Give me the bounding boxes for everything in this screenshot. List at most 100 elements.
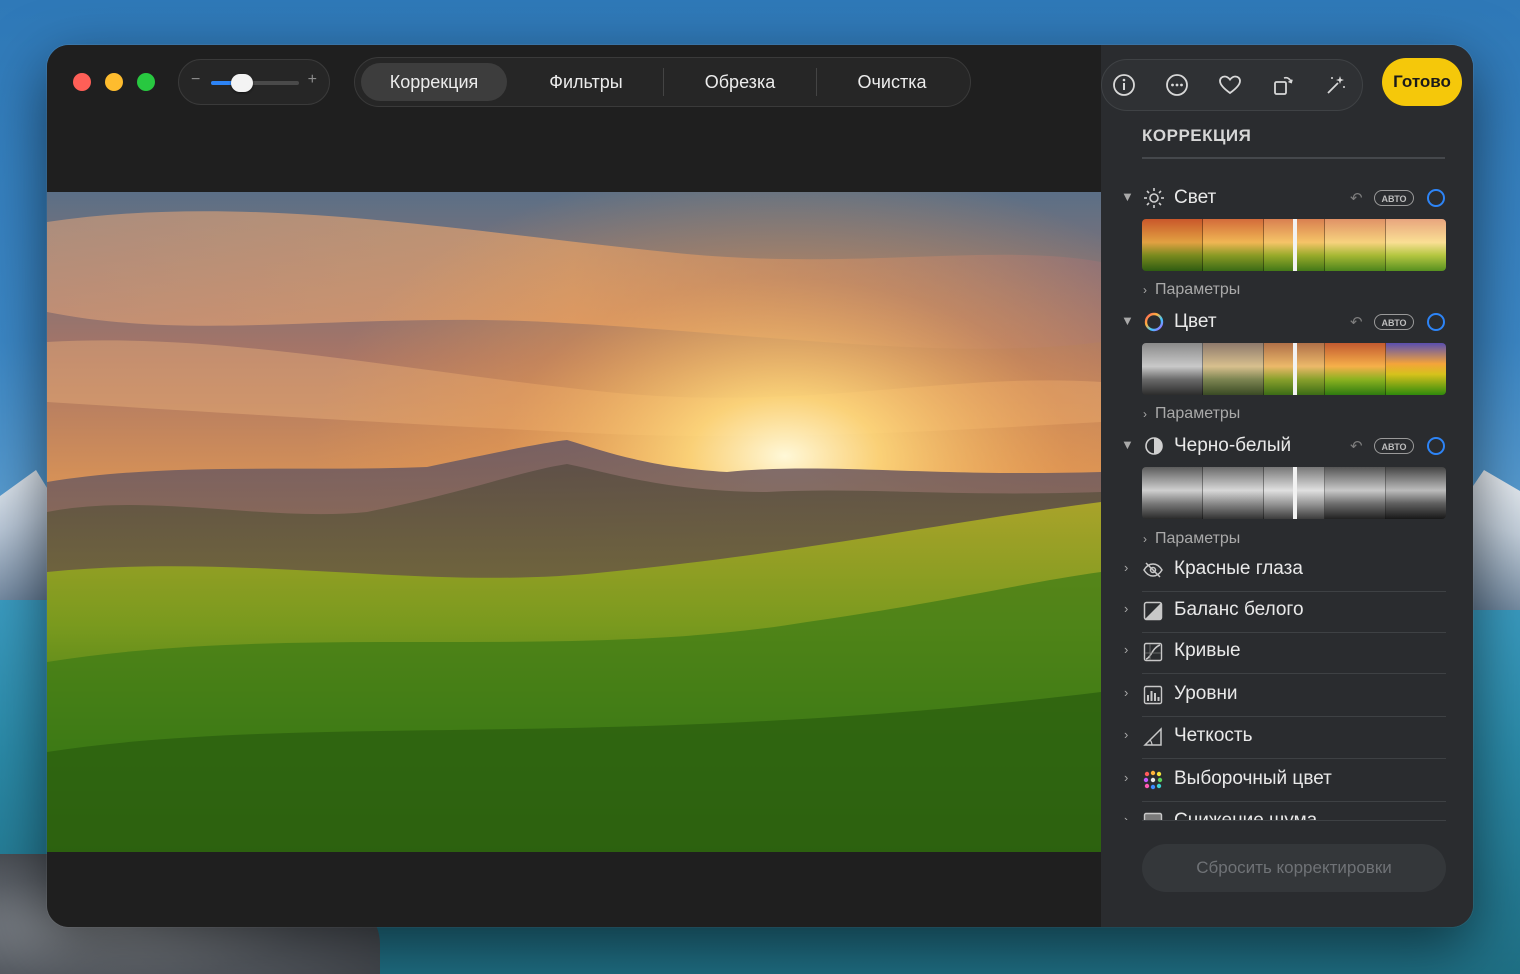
done-button[interactable]: Готово xyxy=(1382,58,1462,106)
sun-icon xyxy=(1143,187,1165,209)
tool-label: Четкость xyxy=(1174,725,1253,746)
enable-toggle[interactable] xyxy=(1427,189,1445,207)
undo-icon[interactable]: ↶ xyxy=(1350,437,1363,455)
row-divider xyxy=(1142,820,1446,821)
strip-frame xyxy=(1325,343,1386,395)
chevron-right-icon: › xyxy=(1124,812,1129,820)
info-icon[interactable] xyxy=(1104,65,1144,105)
adjustment-color-header[interactable]: ▼ Цвет ↶ АВТО xyxy=(1101,308,1473,338)
strip-handle[interactable] xyxy=(1293,219,1297,271)
zoom-slider[interactable]: − + xyxy=(178,59,330,105)
adjustment-label: Свет xyxy=(1174,187,1217,208)
noise-reduction-icon xyxy=(1143,812,1163,820)
adjustment-label: Цвет xyxy=(1174,311,1217,332)
half-circle-icon xyxy=(1143,435,1165,457)
selective-color-icon xyxy=(1143,770,1163,790)
zoom-out-icon[interactable]: − xyxy=(191,71,200,89)
parameters-label: Параметры xyxy=(1155,405,1241,422)
tool-label: Красные глаза xyxy=(1174,558,1303,579)
parameters-disclosure[interactable]: › Параметры xyxy=(1143,281,1240,299)
chevron-right-icon: › xyxy=(1124,642,1129,657)
strip-frame xyxy=(1325,467,1386,519)
more-icon[interactable] xyxy=(1157,65,1197,105)
chevron-right-icon: › xyxy=(1124,685,1129,700)
tool-white-balance[interactable]: › Баланс белого xyxy=(1101,591,1473,633)
landscape-photo xyxy=(47,192,1101,852)
auto-button[interactable]: АВТО xyxy=(1374,190,1414,206)
tool-label: Выборочный цвет xyxy=(1174,768,1332,789)
zoom-knob[interactable] xyxy=(230,74,253,92)
chevron-right-icon: › xyxy=(1124,560,1129,575)
enable-toggle[interactable] xyxy=(1427,437,1445,455)
parameters-disclosure[interactable]: › Параметры xyxy=(1143,405,1240,423)
tool-sharpness[interactable]: › Четкость xyxy=(1101,717,1473,759)
tab-filters[interactable]: Фильтры xyxy=(513,63,659,101)
undo-icon[interactable]: ↶ xyxy=(1350,313,1363,331)
strip-frame xyxy=(1142,467,1203,519)
auto-button[interactable]: АВТО xyxy=(1374,314,1414,330)
strip-frame xyxy=(1142,343,1203,395)
strip-frame xyxy=(1325,219,1386,271)
editor-main-area: − + Коррекция Фильтры Обрезка Очистка xyxy=(47,45,1101,927)
reset-adjustments-button[interactable]: Сбросить корректировки xyxy=(1142,844,1446,892)
chevron-down-icon[interactable]: ▼ xyxy=(1121,313,1134,328)
strip-frame xyxy=(1386,467,1446,519)
heart-icon[interactable] xyxy=(1210,65,1250,105)
enable-toggle[interactable] xyxy=(1427,313,1445,331)
chevron-right-icon: › xyxy=(1124,770,1129,785)
undo-icon[interactable]: ↶ xyxy=(1350,189,1363,207)
adjustments-sidebar: Готово КОРРЕКЦИЯ ▼ Свет ↶ АВТО › Параметр… xyxy=(1101,45,1473,927)
tool-selective-color[interactable]: › Выборочный цвет xyxy=(1101,760,1473,802)
light-preview-strip[interactable] xyxy=(1142,219,1446,271)
chevron-down-icon[interactable]: ▼ xyxy=(1121,189,1134,204)
chevron-down-icon[interactable]: ▼ xyxy=(1121,437,1134,452)
toolbar-group xyxy=(1101,59,1363,111)
tool-label: Снижение шума xyxy=(1174,810,1317,820)
section-divider xyxy=(1142,157,1445,159)
strip-frame xyxy=(1142,219,1203,271)
tool-noise-reduction[interactable]: › Снижение шума xyxy=(1101,802,1473,820)
row-divider xyxy=(1142,673,1446,674)
tab-correction[interactable]: Коррекция xyxy=(361,63,507,101)
tool-list-clip: › Снижение шума xyxy=(1101,802,1473,820)
section-title: КОРРЕКЦИЯ xyxy=(1142,126,1252,145)
adjustment-label: Черно-белый xyxy=(1174,435,1292,456)
tool-label: Кривые xyxy=(1174,640,1241,661)
close-button[interactable] xyxy=(73,73,91,91)
strip-handle[interactable] xyxy=(1293,343,1297,395)
photos-edit-window: − + Коррекция Фильтры Обрезка Очистка Го… xyxy=(47,45,1473,927)
strip-handle[interactable] xyxy=(1293,467,1297,519)
bw-preview-strip[interactable] xyxy=(1142,467,1446,519)
row-divider xyxy=(1142,758,1446,759)
auto-button[interactable]: АВТО xyxy=(1374,438,1414,454)
adjustment-light-header[interactable]: ▼ Свет ↶ АВТО xyxy=(1101,184,1473,214)
chevron-right-icon: › xyxy=(1143,532,1147,546)
chevron-right-icon: › xyxy=(1124,727,1129,742)
minimize-button[interactable] xyxy=(105,73,123,91)
tab-crop[interactable]: Обрезка xyxy=(667,63,813,101)
adjustment-bw-header[interactable]: ▼ Черно-белый ↶ АВТО xyxy=(1101,432,1473,462)
photo-canvas[interactable] xyxy=(47,192,1101,852)
tool-red-eye[interactable]: › Красные глаза xyxy=(1101,550,1473,592)
tab-cleanup[interactable]: Очистка xyxy=(819,63,965,101)
tool-label: Уровни xyxy=(1174,683,1238,704)
edit-mode-tabs: Коррекция Фильтры Обрезка Очистка xyxy=(354,57,971,107)
sharpness-icon xyxy=(1143,727,1163,747)
rotate-icon[interactable] xyxy=(1263,65,1303,105)
zoom-track[interactable] xyxy=(211,74,299,92)
tool-curves[interactable]: › Кривые xyxy=(1101,632,1473,674)
tool-levels[interactable]: › Уровни xyxy=(1101,675,1473,717)
parameters-label: Параметры xyxy=(1155,281,1241,298)
tool-label: Баланс белого xyxy=(1174,599,1304,620)
chevron-right-icon: › xyxy=(1124,601,1129,616)
color-preview-strip[interactable] xyxy=(1142,343,1446,395)
eye-slash-icon xyxy=(1143,560,1163,580)
magic-wand-icon[interactable] xyxy=(1316,65,1356,105)
strip-frame xyxy=(1203,219,1264,271)
parameters-label: Параметры xyxy=(1155,530,1241,547)
zoom-in-icon[interactable]: + xyxy=(308,71,317,89)
strip-frame xyxy=(1386,343,1446,395)
fullscreen-button[interactable] xyxy=(137,73,155,91)
parameters-disclosure[interactable]: › Параметры xyxy=(1143,530,1240,548)
strip-frame xyxy=(1386,219,1446,271)
